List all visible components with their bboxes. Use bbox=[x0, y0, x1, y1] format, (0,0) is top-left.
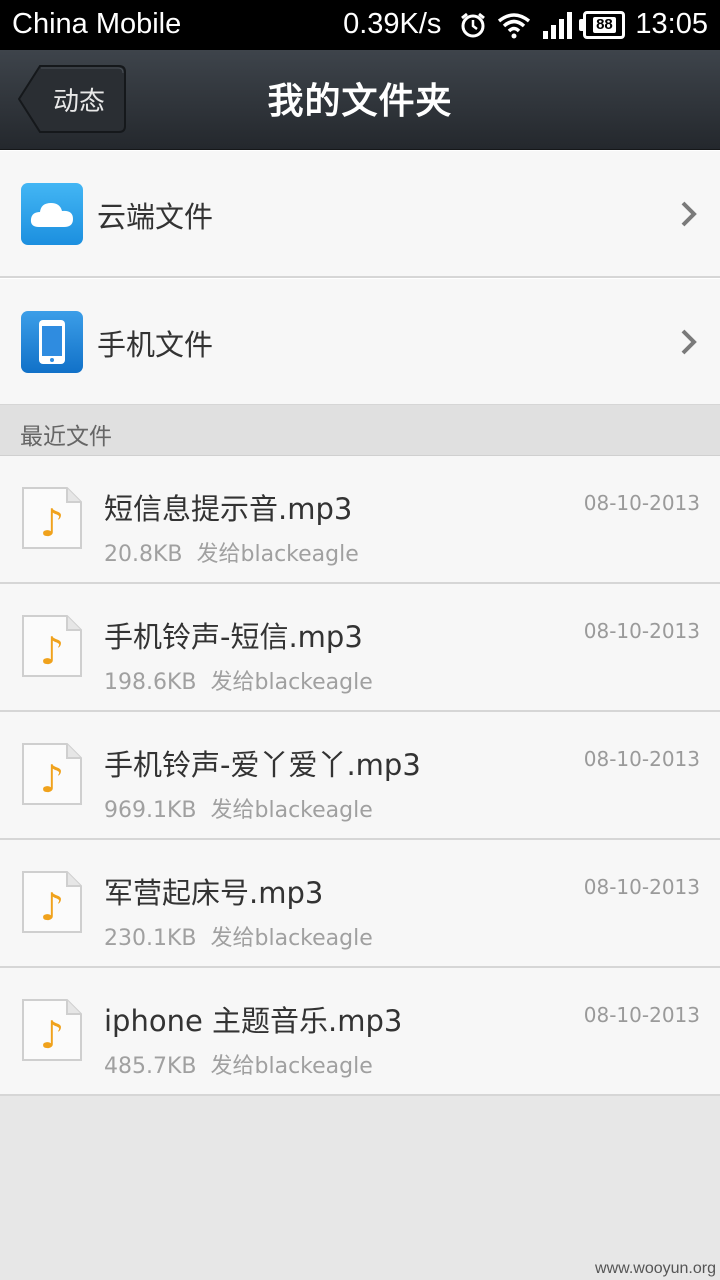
battery-level: 88 bbox=[593, 16, 616, 33]
carrier-name: China Mobile bbox=[12, 8, 182, 40]
file-date: 08-10-2013 bbox=[583, 747, 700, 771]
folder-label: 云端文件 bbox=[97, 200, 214, 234]
file-date: 08-10-2013 bbox=[583, 491, 700, 515]
file-item[interactable]: ♪ 军营起床号.mp3 230.1KB 发给blackeagle 08-10-20… bbox=[0, 840, 720, 968]
phone-icon bbox=[21, 311, 83, 373]
file-recipient: 发给blackeagle bbox=[210, 926, 373, 951]
svg-text:♪: ♪ bbox=[40, 1013, 64, 1057]
folder-list: 云端文件 手机文件 bbox=[0, 150, 720, 406]
file-item[interactable]: ♪ 短信息提示音.mp3 20.8KB 发给blackeagle 08-10-20… bbox=[0, 456, 720, 584]
cloud-icon bbox=[21, 183, 83, 245]
folder-item-cloud[interactable]: 云端文件 bbox=[0, 150, 720, 278]
file-item[interactable]: ♪ 手机铃声-爱丫爱丫.mp3 969.1KB 发给blackeagle 08-1… bbox=[0, 712, 720, 840]
music-file-icon: ♪ bbox=[22, 743, 82, 805]
file-size: 969.1KB bbox=[104, 798, 197, 823]
file-date: 08-10-2013 bbox=[583, 619, 700, 643]
section-label: 最近文件 bbox=[20, 424, 112, 450]
file-recipient: 发给blackeagle bbox=[210, 1054, 373, 1079]
watermark: www.wooyun.org bbox=[595, 1260, 716, 1277]
page-title: 我的文件夹 bbox=[267, 81, 453, 122]
file-name: 短信息提示音.mp3 bbox=[104, 492, 353, 526]
svg-text:♪: ♪ bbox=[40, 885, 64, 929]
wifi-icon bbox=[498, 12, 531, 38]
alarm-icon bbox=[461, 12, 486, 37]
file-name: iphone 主题音乐.mp3 bbox=[104, 1004, 403, 1038]
clock-time: 13:05 bbox=[635, 8, 708, 40]
music-file-icon: ♪ bbox=[22, 487, 82, 549]
svg-text:♪: ♪ bbox=[40, 757, 64, 801]
file-name: 手机铃声-爱丫爱丫.mp3 bbox=[104, 748, 421, 782]
chevron-right-icon bbox=[681, 329, 697, 355]
file-size: 485.7KB bbox=[104, 1054, 197, 1079]
svg-text:♪: ♪ bbox=[40, 629, 64, 673]
folder-label: 手机文件 bbox=[97, 328, 214, 362]
music-file-icon: ♪ bbox=[22, 871, 82, 933]
file-meta: 198.6KB 发给blackeagle bbox=[104, 664, 373, 696]
file-date: 08-10-2013 bbox=[583, 875, 700, 899]
file-size: 20.8KB bbox=[104, 542, 183, 567]
file-size: 198.6KB bbox=[104, 670, 197, 695]
file-name: 手机铃声-短信.mp3 bbox=[104, 620, 363, 654]
file-recipient: 发给blackeagle bbox=[210, 670, 373, 695]
file-meta: 230.1KB 发给blackeagle bbox=[104, 920, 373, 952]
file-item[interactable]: ♪ iphone 主题音乐.mp3 485.7KB 发给blackeagle 08… bbox=[0, 968, 720, 1096]
file-meta: 485.7KB 发给blackeagle bbox=[104, 1048, 373, 1080]
music-file-icon: ♪ bbox=[22, 615, 82, 677]
recent-files-header: 最近文件 bbox=[0, 405, 720, 456]
file-recipient: 发给blackeagle bbox=[196, 542, 359, 567]
music-file-icon: ♪ bbox=[22, 999, 82, 1061]
svg-text:♪: ♪ bbox=[40, 501, 64, 545]
file-date: 08-10-2013 bbox=[583, 1003, 700, 1027]
recent-file-list: ♪ 短信息提示音.mp3 20.8KB 发给blackeagle 08-10-20… bbox=[0, 456, 720, 1096]
file-item[interactable]: ♪ 手机铃声-短信.mp3 198.6KB 发给blackeagle 08-10-… bbox=[0, 584, 720, 712]
signal-strength-icon bbox=[543, 11, 573, 39]
file-recipient: 发给blackeagle bbox=[210, 798, 373, 823]
file-meta: 20.8KB 发给blackeagle bbox=[104, 536, 359, 568]
status-bar: China Mobile 0.39K/s 88 13:05 bbox=[0, 0, 720, 50]
network-speed: 0.39K/s bbox=[343, 8, 442, 40]
title-bar: 动态 我的文件夹 bbox=[0, 50, 720, 150]
status-indicators: 0.39K/s 88 13:05 bbox=[343, 8, 708, 41]
file-name: 军营起床号.mp3 bbox=[104, 876, 324, 910]
battery-icon: 88 bbox=[579, 10, 626, 39]
chevron-right-icon bbox=[681, 201, 697, 227]
file-size: 230.1KB bbox=[104, 926, 197, 951]
file-meta: 969.1KB 发给blackeagle bbox=[104, 792, 373, 824]
folder-item-phone[interactable]: 手机文件 bbox=[0, 278, 720, 406]
